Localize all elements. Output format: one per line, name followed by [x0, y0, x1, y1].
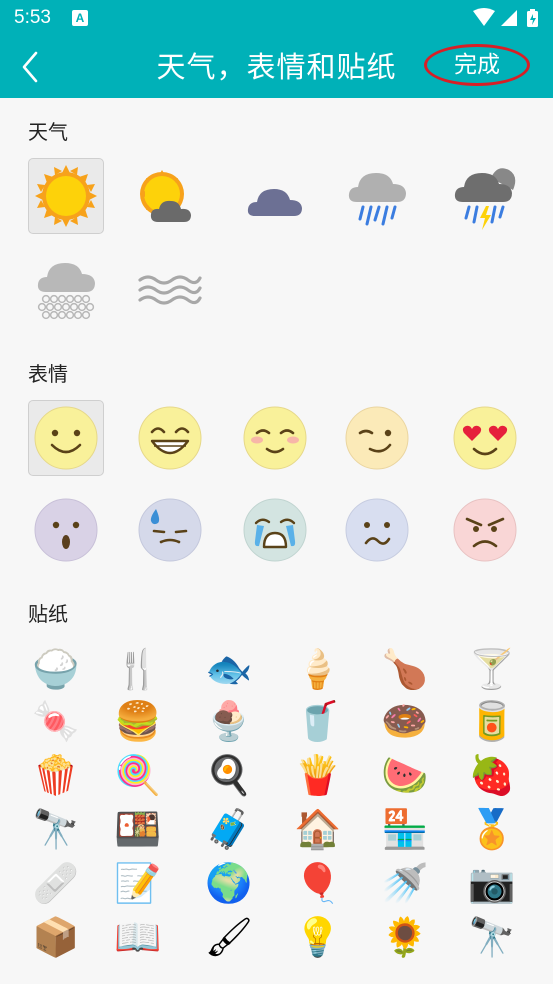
binoculars-sticker[interactable]: 🔭: [26, 802, 86, 856]
emoji-blush[interactable]: [237, 400, 313, 476]
weather-rain[interactable]: [339, 158, 415, 234]
sushi-box-sticker[interactable]: 🍱: [108, 802, 168, 856]
grilled-fish-sticker[interactable]: 🐟: [199, 642, 259, 696]
snow-icon: [37, 263, 95, 320]
medal-sticker[interactable]: 🏅: [462, 802, 522, 856]
burger-sticker[interactable]: 🍔: [108, 694, 168, 748]
camera-tripod-sticker[interactable]: 📷: [462, 856, 522, 910]
rice-bowl-sticker[interactable]: 🍚: [26, 642, 86, 696]
weather-snow[interactable]: [28, 252, 104, 328]
bandage-sticker[interactable]: 🩹: [26, 856, 86, 910]
status-bar: 5:53 A: [0, 0, 553, 36]
house-sticker[interactable]: 🏠: [288, 802, 348, 856]
status-time: 5:53: [14, 7, 51, 28]
open-sign-sticker[interactable]: 🎈: [288, 856, 348, 910]
sun-icon: [35, 165, 97, 227]
suitcase-sticker[interactable]: 🧳: [199, 802, 259, 856]
blush-emoji: [243, 406, 307, 470]
sweat-emoji: [138, 498, 202, 562]
rain-icon: [348, 173, 406, 226]
thunderstorm-icon: [454, 168, 516, 230]
emoji-grin[interactable]: [132, 400, 208, 476]
section-title-stickers: 贴纸: [28, 602, 68, 626]
telescope-sticker[interactable]: 🔭: [462, 910, 522, 964]
weather-thunderstorm[interactable]: [447, 158, 523, 234]
grin-emoji: [138, 406, 202, 470]
strawberry-sticker[interactable]: 🍓: [462, 748, 522, 802]
app-notification-icon: A: [72, 10, 88, 26]
cloudy-icon: [247, 189, 302, 216]
crying-emoji: [243, 498, 307, 562]
app-bar: 天气，表情和贴纸 完成: [0, 36, 553, 98]
wink-emoji: [345, 406, 409, 470]
sundae-sticker[interactable]: 🍨: [199, 694, 259, 748]
section-title-emoji: 表情: [28, 362, 68, 386]
roast-chicken-sticker[interactable]: 🍗: [375, 642, 435, 696]
weather-partly-cloudy[interactable]: [130, 158, 206, 234]
partly-cloudy-icon: [140, 170, 191, 222]
section-title-weather: 天气: [28, 120, 68, 144]
emoji-sweat[interactable]: [132, 492, 208, 568]
emoji-confused[interactable]: [339, 492, 415, 568]
fog-icon: [138, 275, 202, 305]
lamp-box-sticker[interactable]: 💡: [288, 910, 348, 964]
heart-eyes-emoji: [453, 406, 517, 470]
status-icons: [473, 8, 538, 27]
wifi-icon: [473, 8, 495, 26]
surprised-emoji: [34, 498, 98, 562]
cocktail-sticker[interactable]: 🍸: [462, 642, 522, 696]
emoji-surprised[interactable]: [28, 492, 104, 568]
restaurant-sticker[interactable]: 🏪: [375, 802, 435, 856]
weather-cloudy[interactable]: [237, 158, 313, 234]
weather-sun[interactable]: [28, 158, 104, 234]
done-button[interactable]: 完成: [424, 44, 530, 86]
globe-sticker[interactable]: 🌍: [199, 856, 259, 910]
painting-sticker[interactable]: 🖌: [199, 910, 259, 964]
cotton-candy-sticker[interactable]: 🍭: [108, 748, 168, 802]
emoji-crying[interactable]: [237, 492, 313, 568]
breakfast-plate-sticker[interactable]: 🍳: [199, 748, 259, 802]
ice-cream-cone-sticker[interactable]: 🍦: [288, 642, 348, 696]
emoji-angry[interactable]: [447, 492, 523, 568]
watermelon-sticker[interactable]: 🍉: [375, 748, 435, 802]
cutlery-sticker[interactable]: 🍴: [108, 642, 168, 696]
sunflower-sticker[interactable]: 🌻: [375, 910, 435, 964]
donut-sticker[interactable]: 🍩: [375, 694, 435, 748]
emoji-smile[interactable]: [28, 400, 104, 476]
open-book-sticker[interactable]: 📖: [108, 910, 168, 964]
emoji-heart-eyes[interactable]: [447, 400, 523, 476]
watering-can-sticker[interactable]: 🚿: [375, 856, 435, 910]
ketchup-sticker[interactable]: 🥫: [462, 694, 522, 748]
angry-emoji: [453, 498, 517, 562]
smile-emoji: [34, 406, 98, 470]
gift-box-sticker[interactable]: 📦: [26, 910, 86, 964]
candy-sticker[interactable]: 🍬: [26, 694, 86, 748]
emoji-wink[interactable]: [339, 400, 415, 476]
weather-fog[interactable]: [132, 252, 208, 328]
fries-sticker[interactable]: 🍟: [288, 748, 348, 802]
bubble-tea-sticker[interactable]: 🥤: [288, 694, 348, 748]
confused-emoji: [345, 498, 409, 562]
notes-sticker[interactable]: 📝: [108, 856, 168, 910]
signal-icon: [501, 10, 517, 26]
popcorn-sticker[interactable]: 🍿: [26, 748, 86, 802]
